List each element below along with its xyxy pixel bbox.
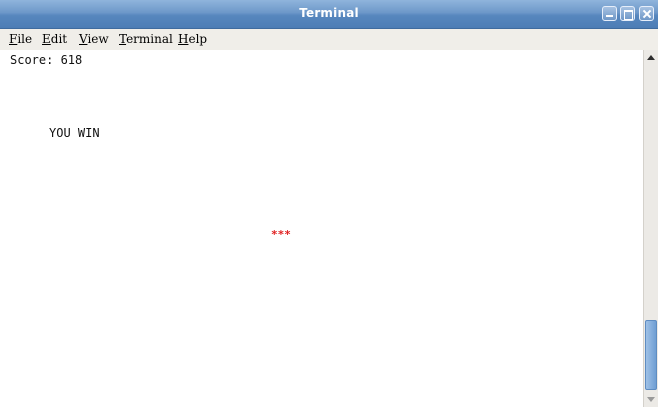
win-message: YOU WIN bbox=[49, 126, 100, 140]
game-marker: *** bbox=[271, 228, 291, 241]
menu-view[interactable]: View bbox=[79, 32, 109, 46]
menu-bar: File Edit View Terminal Help bbox=[0, 29, 658, 50]
window-title: Terminal bbox=[299, 6, 359, 20]
menu-terminal-label: erminal bbox=[126, 32, 173, 46]
menu-help-mnemonic: H bbox=[178, 32, 189, 46]
vertical-scrollbar[interactable] bbox=[643, 50, 658, 407]
scroll-up-arrow-icon[interactable] bbox=[644, 50, 658, 65]
menu-file-label: ile bbox=[17, 32, 33, 46]
menu-view-label: iew bbox=[87, 32, 109, 46]
menu-help-label: elp bbox=[188, 32, 208, 46]
menu-terminal[interactable]: Terminal bbox=[119, 32, 173, 46]
score-line: Score: 618 bbox=[10, 53, 83, 67]
title-bar[interactable]: Terminal bbox=[0, 0, 658, 29]
terminal-window: Terminal File Edit View Terminal Help Sc… bbox=[0, 0, 658, 407]
maximize-icon[interactable] bbox=[620, 6, 635, 21]
close-icon[interactable] bbox=[639, 6, 654, 21]
minimize-icon[interactable] bbox=[602, 6, 617, 21]
menu-help[interactable]: Help bbox=[178, 32, 207, 46]
menu-edit-mnemonic: E bbox=[42, 32, 51, 46]
terminal-output[interactable]: Score: 618 YOU WIN *** bbox=[6, 50, 642, 407]
scrollbar-thumb[interactable] bbox=[645, 320, 657, 390]
menu-edit[interactable]: Edit bbox=[42, 32, 67, 46]
menu-edit-label: dit bbox=[50, 32, 68, 46]
menu-file[interactable]: File bbox=[9, 32, 32, 46]
scroll-down-arrow-icon[interactable] bbox=[644, 392, 658, 407]
